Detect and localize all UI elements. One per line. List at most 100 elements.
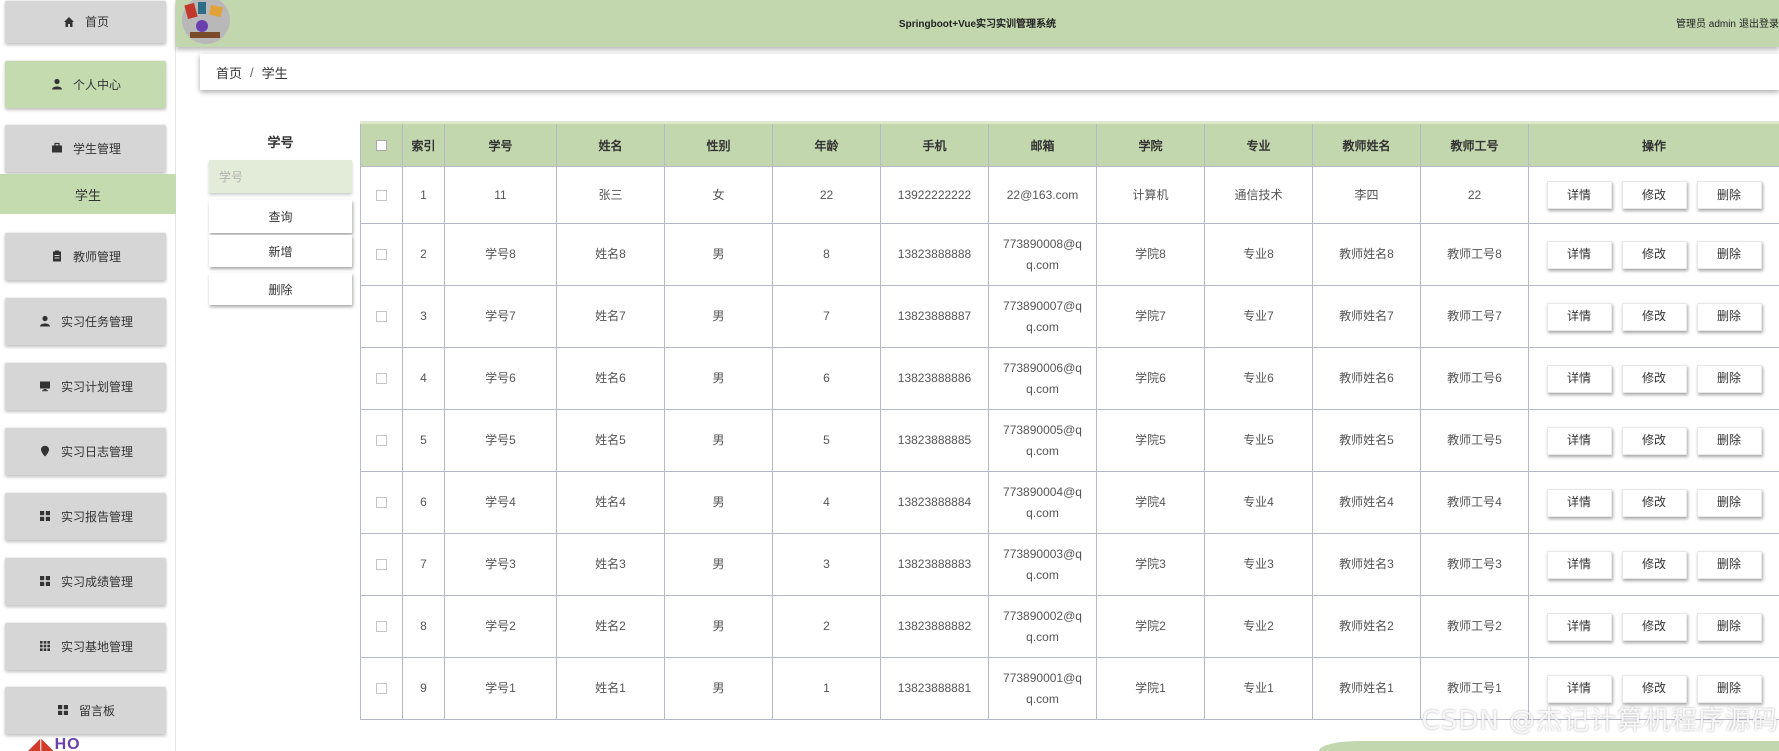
cell-college: 计算机 — [1096, 166, 1205, 224]
edit-button[interactable]: 修改 — [1621, 612, 1687, 641]
row-select-cell[interactable] — [360, 223, 403, 286]
delete-button[interactable]: 删除 — [1696, 674, 1762, 703]
sidebar-item-home[interactable]: 首页 — [5, 0, 166, 43]
briefcase-icon — [50, 141, 64, 155]
detail-button[interactable]: 详情 — [1546, 488, 1612, 517]
grid-icon — [38, 509, 52, 523]
breadcrumb-home[interactable]: 首页 — [216, 63, 242, 82]
sidebar-item-score-management[interactable]: 实习成绩管理 — [5, 557, 166, 605]
cell-student-no: 学号6 — [444, 347, 557, 410]
detail-button[interactable]: 详情 — [1546, 364, 1612, 393]
row-select-cell[interactable] — [360, 285, 403, 348]
row-checkbox[interactable] — [376, 559, 387, 571]
sidebar-item-task-management[interactable]: 实习任务管理 — [5, 297, 166, 345]
detail-button[interactable]: 详情 — [1546, 302, 1612, 331]
detail-button[interactable]: 详情 — [1546, 181, 1612, 209]
column-header: 专业 — [1204, 121, 1313, 167]
sidebar-item-teacher-management[interactable]: 教师管理 — [5, 232, 166, 280]
row-checkbox[interactable] — [376, 249, 387, 261]
edit-button[interactable]: 修改 — [1621, 674, 1687, 703]
cell-name: 姓名1 — [556, 657, 665, 720]
select-all-header[interactable] — [360, 121, 403, 167]
row-select-cell[interactable] — [360, 347, 403, 410]
cell-index: 5 — [402, 409, 445, 472]
cell-phone: 13823888888 — [880, 223, 989, 286]
cell-name: 姓名5 — [556, 409, 665, 472]
detail-button[interactable]: 详情 — [1546, 674, 1612, 703]
batch-delete-button[interactable]: 删除 — [209, 273, 352, 305]
cell-index: 2 — [402, 223, 445, 286]
sidebar-item-log-management[interactable]: 实习日志管理 — [5, 427, 166, 475]
row-checkbox[interactable] — [376, 683, 387, 695]
row-checkbox[interactable] — [376, 435, 387, 447]
email-line: 773890002@q — [1003, 608, 1082, 623]
row-checkbox[interactable] — [376, 621, 387, 633]
sidebar-item-message-board[interactable]: 留言板 — [5, 686, 166, 734]
row-select-cell[interactable] — [360, 471, 403, 534]
row-select-cell[interactable] — [360, 595, 403, 658]
delete-button[interactable]: 删除 — [1696, 488, 1762, 517]
sidebar-item-label: 实习成绩管理 — [60, 574, 133, 589]
cell-major: 专业6 — [1204, 347, 1313, 410]
edit-button[interactable]: 修改 — [1621, 240, 1687, 269]
row-select-cell[interactable] — [360, 166, 403, 224]
cell-actions: 详情 修改 删除 — [1528, 533, 1779, 596]
delete-button[interactable]: 删除 — [1696, 302, 1762, 331]
cell-index: 6 — [402, 471, 445, 534]
edit-button[interactable]: 修改 — [1621, 426, 1687, 455]
email-line: 773890001@q — [1003, 670, 1082, 685]
sidebar-item-profile[interactable]: 个人中心 — [5, 60, 166, 108]
cell-college: 学院6 — [1096, 347, 1205, 410]
cell-teacher-name: 教师姓名7 — [1312, 285, 1421, 348]
email-line: 773890005@q — [1003, 422, 1082, 437]
detail-button[interactable]: 详情 — [1546, 612, 1612, 641]
sidebar-item-base-management[interactable]: 实习基地管理 — [5, 622, 166, 670]
table-row: 5 学号5 姓名5 男 5 13823888885 773890005@q q.com 学院5 专… — [360, 409, 1779, 472]
app-title: Springboot+Vue实习实训管理系统 — [898, 19, 1057, 30]
edit-button[interactable]: 修改 — [1621, 302, 1687, 331]
delete-button[interactable]: 删除 — [1696, 550, 1762, 579]
select-all-checkbox[interactable] — [376, 140, 387, 152]
row-select-cell[interactable] — [360, 533, 403, 596]
detail-button[interactable]: 详情 — [1546, 426, 1612, 455]
delete-button[interactable]: 删除 — [1696, 364, 1762, 393]
row-checkbox[interactable] — [376, 311, 387, 323]
delete-button[interactable]: 删除 — [1696, 240, 1762, 269]
cell-actions: 详情 修改 删除 — [1528, 166, 1779, 224]
student-no-search-input[interactable] — [209, 160, 352, 193]
row-checkbox[interactable] — [376, 373, 387, 385]
logout-link[interactable]: 退出登录 — [1739, 15, 1779, 30]
location-pin-icon — [38, 444, 52, 458]
sidebar-subitem-student[interactable]: 学生 — [0, 174, 176, 214]
email-line: q.com — [1026, 443, 1059, 458]
add-button[interactable]: 新增 — [209, 235, 352, 267]
edit-button[interactable]: 修改 — [1621, 488, 1687, 517]
cell-email: 773890007@q q.com — [988, 285, 1097, 348]
delete-button[interactable]: 删除 — [1696, 612, 1762, 641]
cell-name: 姓名6 — [556, 347, 665, 410]
sidebar-item-label: 实习任务管理 — [60, 314, 133, 329]
edit-button[interactable]: 修改 — [1621, 364, 1687, 393]
sidebar-item-plan-management[interactable]: 实习计划管理 — [5, 362, 166, 410]
row-select-cell[interactable] — [360, 409, 403, 472]
row-checkbox[interactable] — [376, 497, 387, 509]
detail-button[interactable]: 详情 — [1546, 550, 1612, 579]
query-button[interactable]: 查询 — [209, 200, 352, 233]
cell-major: 专业7 — [1204, 285, 1313, 348]
cell-major: 专业3 — [1204, 533, 1313, 596]
detail-button[interactable]: 详情 — [1546, 240, 1612, 269]
row-select-cell[interactable] — [360, 657, 403, 720]
sidebar-item-student-management[interactable]: 学生管理 — [5, 124, 166, 172]
column-header: 索引 — [402, 121, 445, 167]
student-table: 索引 学号 姓名 性别 年龄 手机 邮箱 学院 专业 教师姓名 教师工号 操作 … — [360, 121, 1779, 720]
delete-button[interactable]: 删除 — [1696, 181, 1762, 209]
column-header: 手机 — [880, 121, 989, 167]
cell-gender: 男 — [664, 657, 773, 720]
edit-button[interactable]: 修改 — [1621, 550, 1687, 579]
edit-button[interactable]: 修改 — [1621, 181, 1687, 209]
row-checkbox[interactable] — [376, 189, 387, 201]
delete-button[interactable]: 删除 — [1696, 426, 1762, 455]
sidebar-item-report-management[interactable]: 实习报告管理 — [5, 492, 166, 540]
row-actions: 详情 修改 删除 — [1529, 488, 1779, 517]
cell-name: 张三 — [556, 166, 665, 224]
